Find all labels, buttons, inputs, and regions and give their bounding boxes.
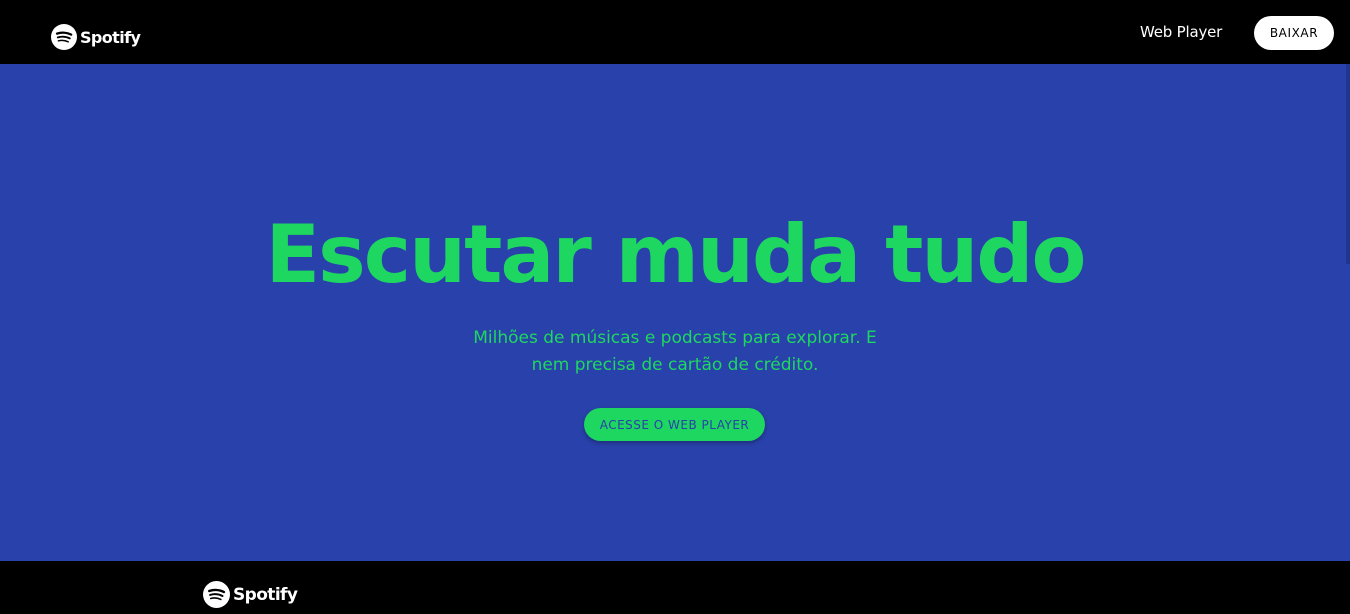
hero-title: Escutar muda tudo [265,208,1086,301]
spotify-logo[interactable]: Spotify [51,24,141,50]
footer-logo-wordmark: Spotify [233,584,298,605]
hero-subtitle: Milhões de músicas e podcasts para explo… [473,328,877,375]
logo-wordmark: Spotify [80,27,141,47]
footer-spotify-logo[interactable]: Spotify [203,581,298,608]
footer: Spotify [0,561,1350,614]
spotify-logo-icon [51,24,77,50]
hero-section: Escutar muda tudo Milhões de músicas e p… [0,64,1350,561]
web-player-cta-button[interactable]: ACESSE O WEB PLAYER [584,408,765,441]
download-button[interactable]: BAIXAR [1254,16,1334,50]
top-navigation-bar: Spotify Web Player BAIXAR [0,0,1350,64]
web-player-link[interactable]: Web Player [1140,23,1222,41]
spotify-logo-icon [203,581,230,608]
